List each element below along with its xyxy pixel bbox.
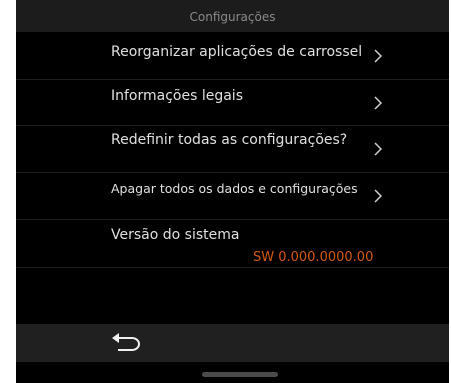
menu-item-erase-all-data-and-settings[interactable]: Apagar todos os dados e configurações	[16, 172, 449, 216]
back-arrow-icon[interactable]	[110, 329, 144, 357]
system-version-label: Versão do sistema	[111, 227, 240, 243]
system-version-row: Versão do sistema	[16, 219, 449, 267]
menu-item-reorganize-carousel-apps[interactable]: Reorganizar aplicações de carrossel	[16, 32, 449, 76]
menu-item-label: Apagar todos os dados e configurações	[111, 181, 358, 196]
menu-item-label: Redefinir todas as configurações?	[111, 132, 348, 148]
chevron-right-icon	[374, 49, 383, 63]
page-title: Configurações	[189, 10, 276, 24]
chevron-right-icon	[374, 96, 383, 110]
menu-item-label: Informações legais	[111, 88, 243, 104]
menu-item-reset-all-settings[interactable]: Redefinir todas as configurações?	[16, 125, 449, 169]
system-version-value: SW 0.000.0000.00	[253, 250, 374, 265]
bottom-nav-bar	[16, 324, 449, 362]
chevron-right-icon	[374, 142, 383, 156]
home-indicator-area	[16, 362, 449, 383]
menu-item-label: Reorganizar aplicações de carrossel	[111, 44, 363, 60]
home-indicator[interactable]	[202, 372, 278, 377]
header-bar: Configurações	[16, 0, 449, 32]
divider	[16, 267, 449, 268]
menu-item-legal-information[interactable]: Informações legais	[16, 79, 449, 123]
settings-screen: Configurações Reorganizar aplicações de …	[16, 0, 449, 383]
chevron-right-icon	[374, 189, 383, 203]
